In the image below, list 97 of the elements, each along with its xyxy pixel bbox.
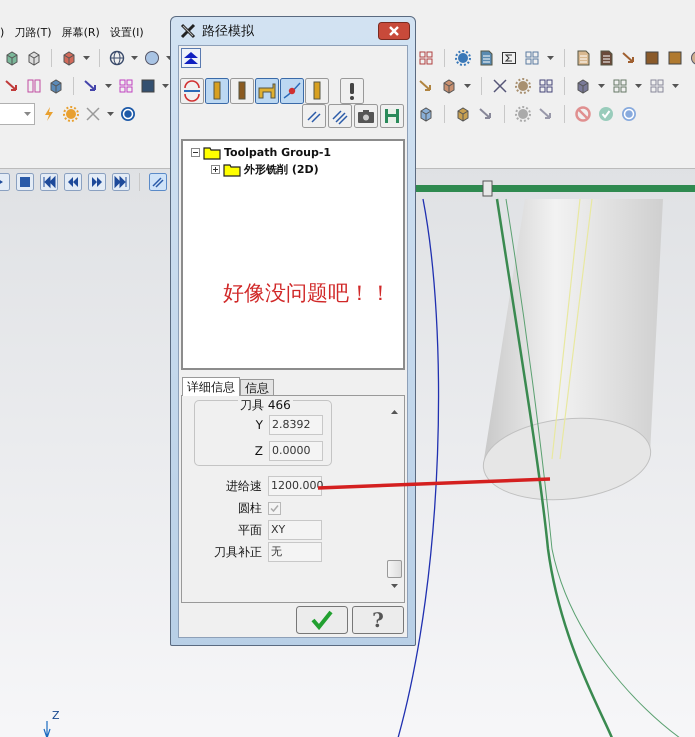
input-field[interactable]: 1200.000 — [268, 476, 322, 496]
input-field[interactable]: 2.8392 — [269, 415, 323, 435]
field-label: Z — [254, 444, 263, 458]
expander-icon[interactable] — [191, 148, 200, 157]
axis-label: Z — [52, 709, 60, 722]
ok-button[interactable] — [296, 606, 348, 634]
rewind-button[interactable] — [64, 173, 82, 191]
solid-icon[interactable] — [575, 78, 591, 94]
report-icon[interactable] — [575, 50, 591, 66]
caret-icon[interactable] — [547, 56, 554, 60]
band-handle[interactable] — [482, 180, 492, 196]
cube-icon[interactable] — [4, 50, 20, 66]
field-label: 刀具补正 — [213, 544, 262, 560]
expander-icon[interactable] — [211, 165, 220, 174]
caret-icon — [24, 112, 31, 116]
caret-icon[interactable] — [131, 56, 138, 60]
clipboard-icon[interactable] — [538, 106, 554, 122]
grid-icon[interactable] — [118, 78, 134, 94]
trim-icon[interactable] — [83, 78, 99, 94]
skip-forward-button[interactable] — [112, 173, 130, 191]
save-button[interactable] — [380, 104, 404, 128]
box-icon[interactable] — [48, 78, 64, 94]
stack-icon[interactable] — [649, 78, 665, 94]
fast-forward-button[interactable] — [88, 173, 106, 191]
caret-icon[interactable] — [635, 84, 642, 88]
input-field[interactable]: 无 — [268, 542, 322, 562]
scroll-up-icon[interactable] — [390, 410, 398, 414]
axis-icon — [43, 720, 51, 737]
caret-icon[interactable] — [598, 84, 605, 88]
caret-icon[interactable] — [464, 84, 471, 88]
surface-icon[interactable] — [515, 78, 531, 94]
pen-icon[interactable] — [621, 50, 637, 66]
sphere-icon[interactable] — [144, 50, 160, 66]
document-icon[interactable] — [478, 50, 494, 66]
ruler-icon[interactable] — [418, 78, 434, 94]
caret-icon[interactable] — [672, 84, 679, 88]
tree-item[interactable]: 外形铣削 (2D) — [244, 162, 319, 177]
tool-button[interactable] — [205, 78, 229, 104]
cube-icon[interactable] — [418, 106, 434, 122]
cube-icon[interactable] — [61, 50, 77, 66]
caret-icon[interactable] — [105, 84, 112, 88]
folder-icon — [223, 162, 241, 176]
columns-icon[interactable] — [26, 78, 42, 94]
field-label: 进给速 — [225, 478, 262, 494]
input-field[interactable]: 0.0000 — [269, 441, 323, 461]
cylinder-icon[interactable] — [441, 78, 457, 94]
tool-label: 刀具 466 — [238, 397, 293, 414]
stop-button[interactable] — [16, 173, 34, 191]
globe-icon[interactable] — [109, 50, 125, 66]
hatch-button[interactable] — [328, 104, 352, 128]
sum-icon[interactable] — [501, 50, 517, 66]
tool-button[interactable] — [255, 78, 279, 104]
cube-icon[interactable] — [26, 50, 42, 66]
field-label: Y — [254, 418, 263, 432]
tree-item[interactable]: Toolpath Group-1 — [224, 146, 332, 159]
hatch-button[interactable] — [302, 104, 326, 128]
folder-icon — [203, 146, 221, 160]
annotation-text: 好像没问题吧！！ — [223, 280, 391, 307]
collapse-up-button[interactable] — [181, 48, 201, 68]
scroll-thumb[interactable] — [386, 560, 402, 578]
camera-button[interactable] — [354, 104, 378, 128]
line-icon[interactable] — [4, 78, 20, 94]
warning-button[interactable] — [340, 78, 364, 104]
caret-icon[interactable] — [107, 112, 114, 116]
cube-icon[interactable] — [455, 106, 471, 122]
field-label: 平面 — [237, 522, 262, 538]
tab[interactable]: 详细信息 — [182, 377, 240, 396]
combo-field[interactable] — [0, 103, 35, 125]
input-field[interactable]: XY — [268, 520, 322, 540]
tab[interactable]: 信息 — [240, 379, 274, 395]
pointer-icon[interactable] — [478, 106, 494, 122]
field-label: 圆柱 — [237, 500, 262, 516]
tool-button[interactable] — [180, 78, 204, 104]
caret-icon[interactable] — [83, 56, 90, 60]
app-logo-icon — [180, 23, 196, 39]
report-icon[interactable] — [598, 50, 614, 66]
tool-button[interactable] — [230, 78, 254, 104]
skip-back-button[interactable] — [40, 173, 58, 191]
tool-icon[interactable] — [492, 78, 508, 94]
menu-item[interactable]: ) — [0, 26, 4, 38]
close-button[interactable] — [378, 22, 410, 40]
grid-arrow-icon[interactable] — [418, 50, 434, 66]
caret-icon[interactable] — [162, 84, 169, 88]
scroll-down-icon[interactable] — [390, 584, 398, 588]
window-title: 路径模拟 — [202, 23, 255, 40]
help-icon[interactable] — [120, 106, 136, 122]
menu-item[interactable]: 屏幕(R) — [62, 24, 100, 40]
grid-icon[interactable] — [524, 50, 540, 66]
menu-item[interactable]: 设置(I) — [110, 24, 144, 40]
mesh-icon[interactable] — [538, 78, 554, 94]
help-button[interactable]: ? — [352, 606, 404, 634]
menu-item[interactable]: 刀路(T) — [14, 24, 52, 40]
check-icon[interactable] — [598, 106, 614, 122]
pattern-icon[interactable] — [612, 78, 628, 94]
tool-button[interactable] — [305, 78, 329, 104]
tool-button[interactable] — [280, 78, 304, 104]
link-button[interactable] — [149, 173, 167, 191]
